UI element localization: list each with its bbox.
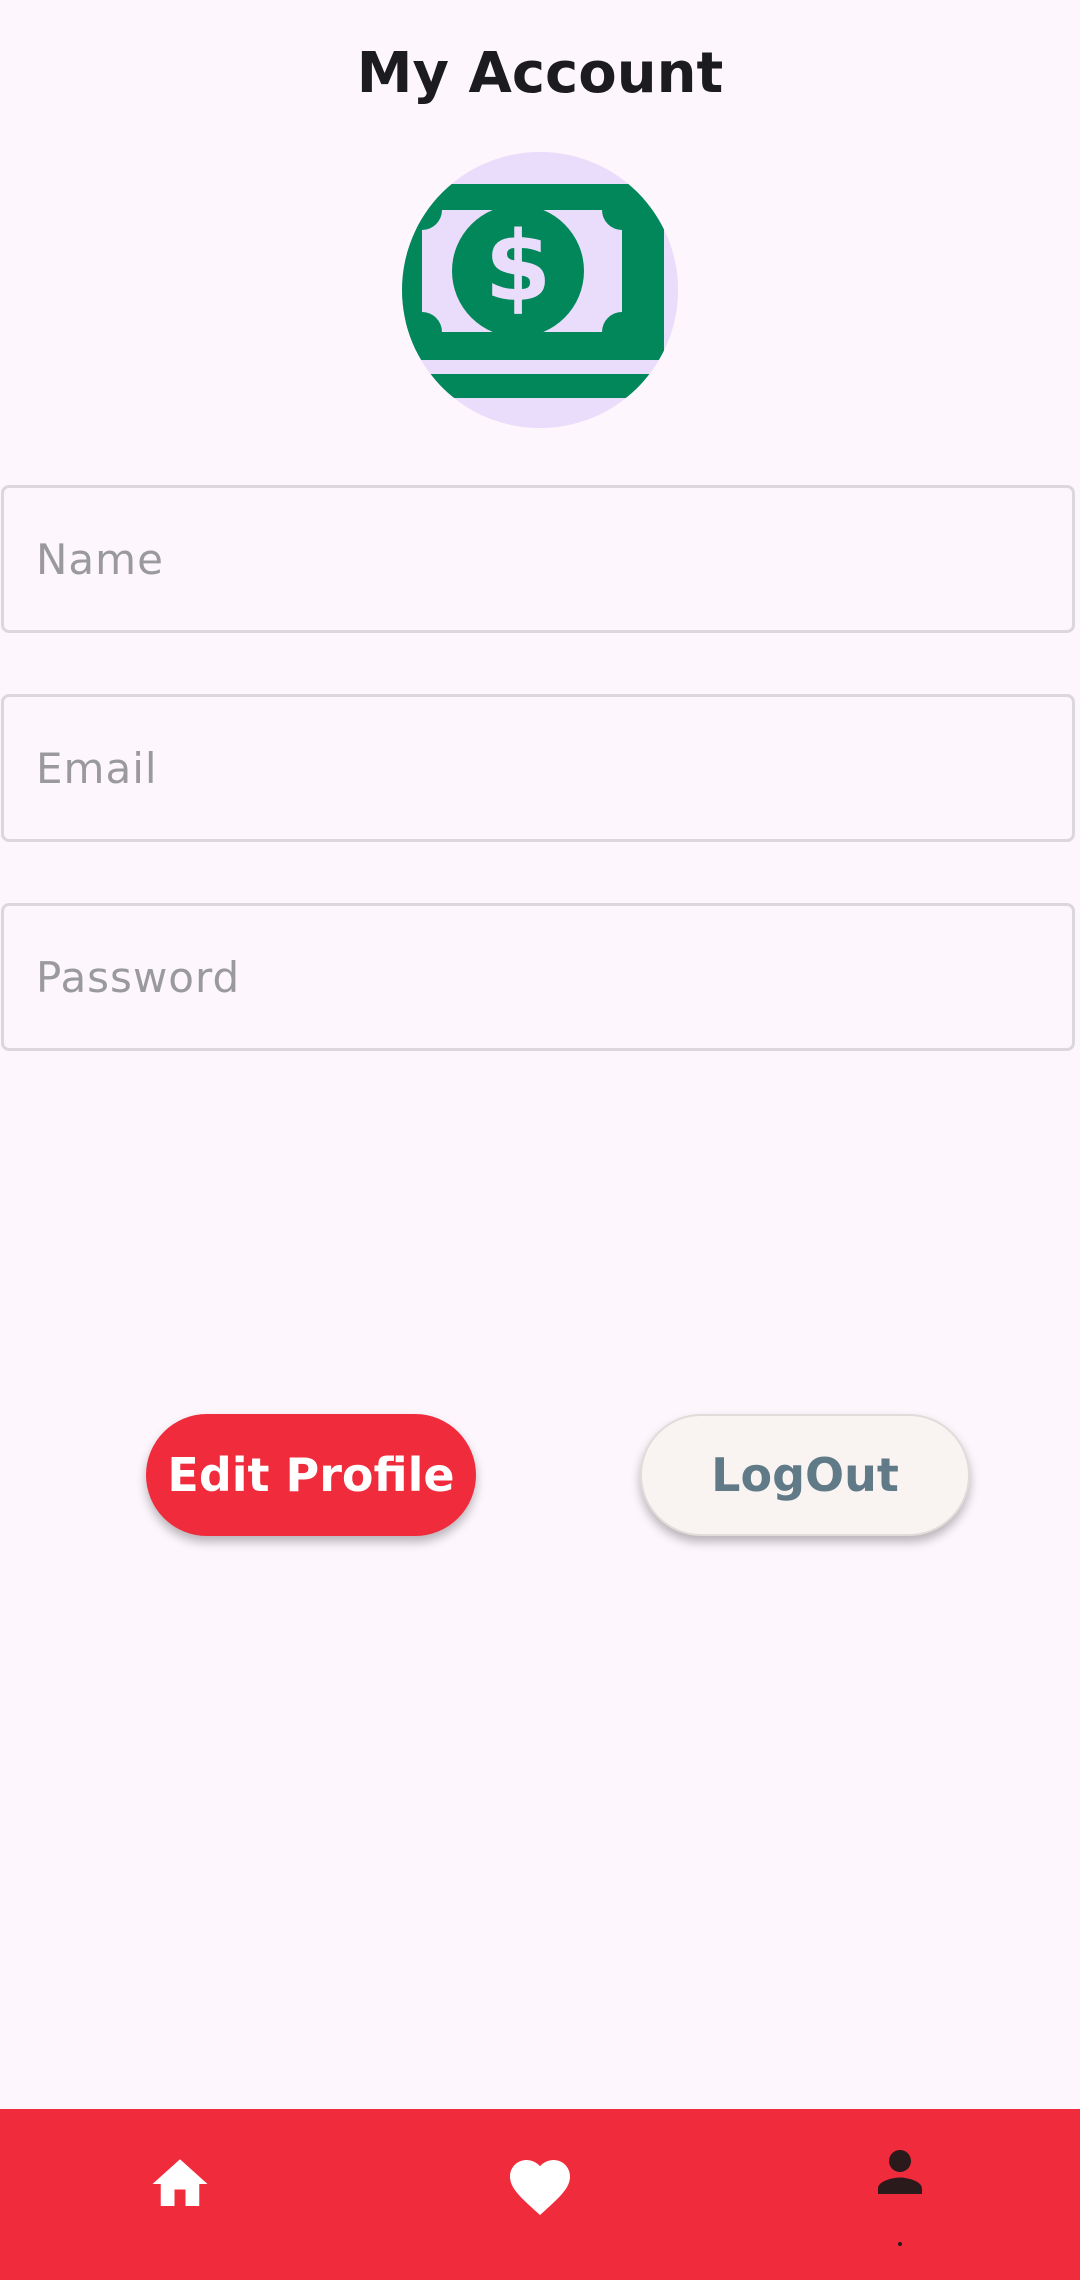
page-title: My Account — [356, 41, 724, 106]
logout-label: LogOut — [711, 1448, 899, 1502]
email-field[interactable] — [1, 694, 1075, 842]
active-indicator — [898, 2242, 902, 2246]
home-icon — [152, 2159, 208, 2206]
bottom-navigation — [0, 2109, 1080, 2280]
name-input[interactable] — [4, 488, 1072, 630]
money-bill-icon: $ — [402, 152, 678, 428]
edit-profile-label: Edit Profile — [167, 1448, 455, 1502]
nav-item-profile[interactable] — [800, 2109, 1000, 2280]
email-input[interactable] — [4, 697, 1072, 839]
password-field[interactable] — [1, 903, 1075, 1051]
name-field[interactable] — [1, 485, 1075, 633]
password-input[interactable] — [4, 906, 1072, 1048]
avatar[interactable]: $ — [402, 152, 678, 428]
person-icon — [878, 2150, 922, 2194]
heart-icon — [510, 2160, 570, 2216]
nav-item-home[interactable] — [80, 2109, 280, 2280]
edit-profile-button[interactable]: Edit Profile — [146, 1414, 476, 1536]
nav-item-favorites[interactable] — [440, 2109, 640, 2280]
logout-button[interactable]: LogOut — [640, 1414, 970, 1536]
svg-text:$: $ — [485, 211, 552, 323]
